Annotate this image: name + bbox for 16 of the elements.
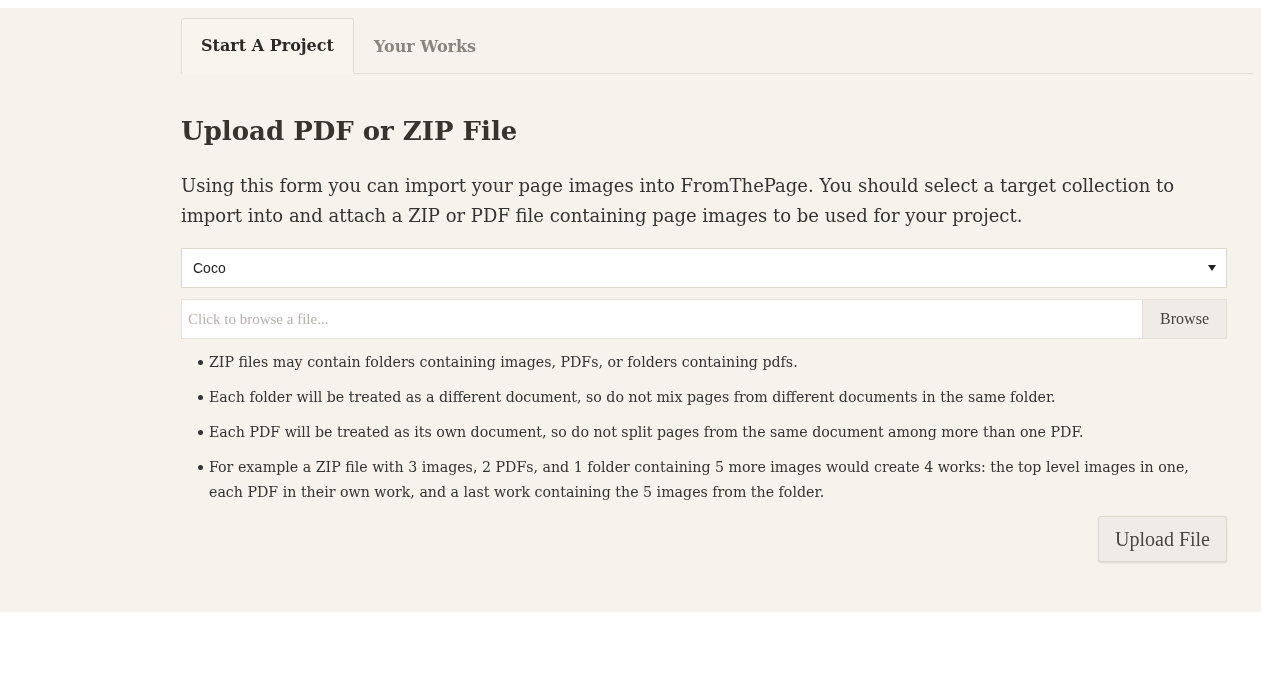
note-text: For example a ZIP file with 3 images, 2 PDFs, and 1 folder containing 5 more images would create 4 works: the top level images in one, each PDF in their own work, and a last work containing the 5 images from the folder. bbox=[209, 458, 1190, 502]
upload-button[interactable]: Upload File bbox=[1098, 516, 1227, 562]
bullet-icon bbox=[198, 465, 203, 470]
note-text: Each folder will be treated as a different document, so do not mix pages from different documents in the same folder. bbox=[209, 388, 1056, 407]
browse-button[interactable]: Browse bbox=[1142, 299, 1227, 339]
bullet-icon bbox=[198, 360, 203, 365]
note-text: ZIP files may contain folders containing images, PDFs, or folders containing pdfs. bbox=[209, 353, 798, 372]
note-text: Each PDF will be treated as its own document, so do not split pages from the same document among more than one PDF. bbox=[209, 423, 1084, 442]
bullet-icon bbox=[198, 430, 203, 435]
intro-paragraph: Using this form you can import your page images into FromThePage. You should select a target collection to import into and attach a ZIP or PDF file containing page images to be used for your project. bbox=[181, 174, 1176, 228]
collection-select[interactable]: Coco bbox=[181, 248, 1227, 288]
caret-icon bbox=[1208, 265, 1216, 271]
bullet-icon bbox=[198, 395, 203, 400]
file-field[interactable]: Click to browse a file... bbox=[181, 299, 1143, 339]
tab[interactable]: Start A Project bbox=[181, 18, 354, 74]
page-heading: Upload PDF or ZIP File bbox=[181, 115, 519, 148]
